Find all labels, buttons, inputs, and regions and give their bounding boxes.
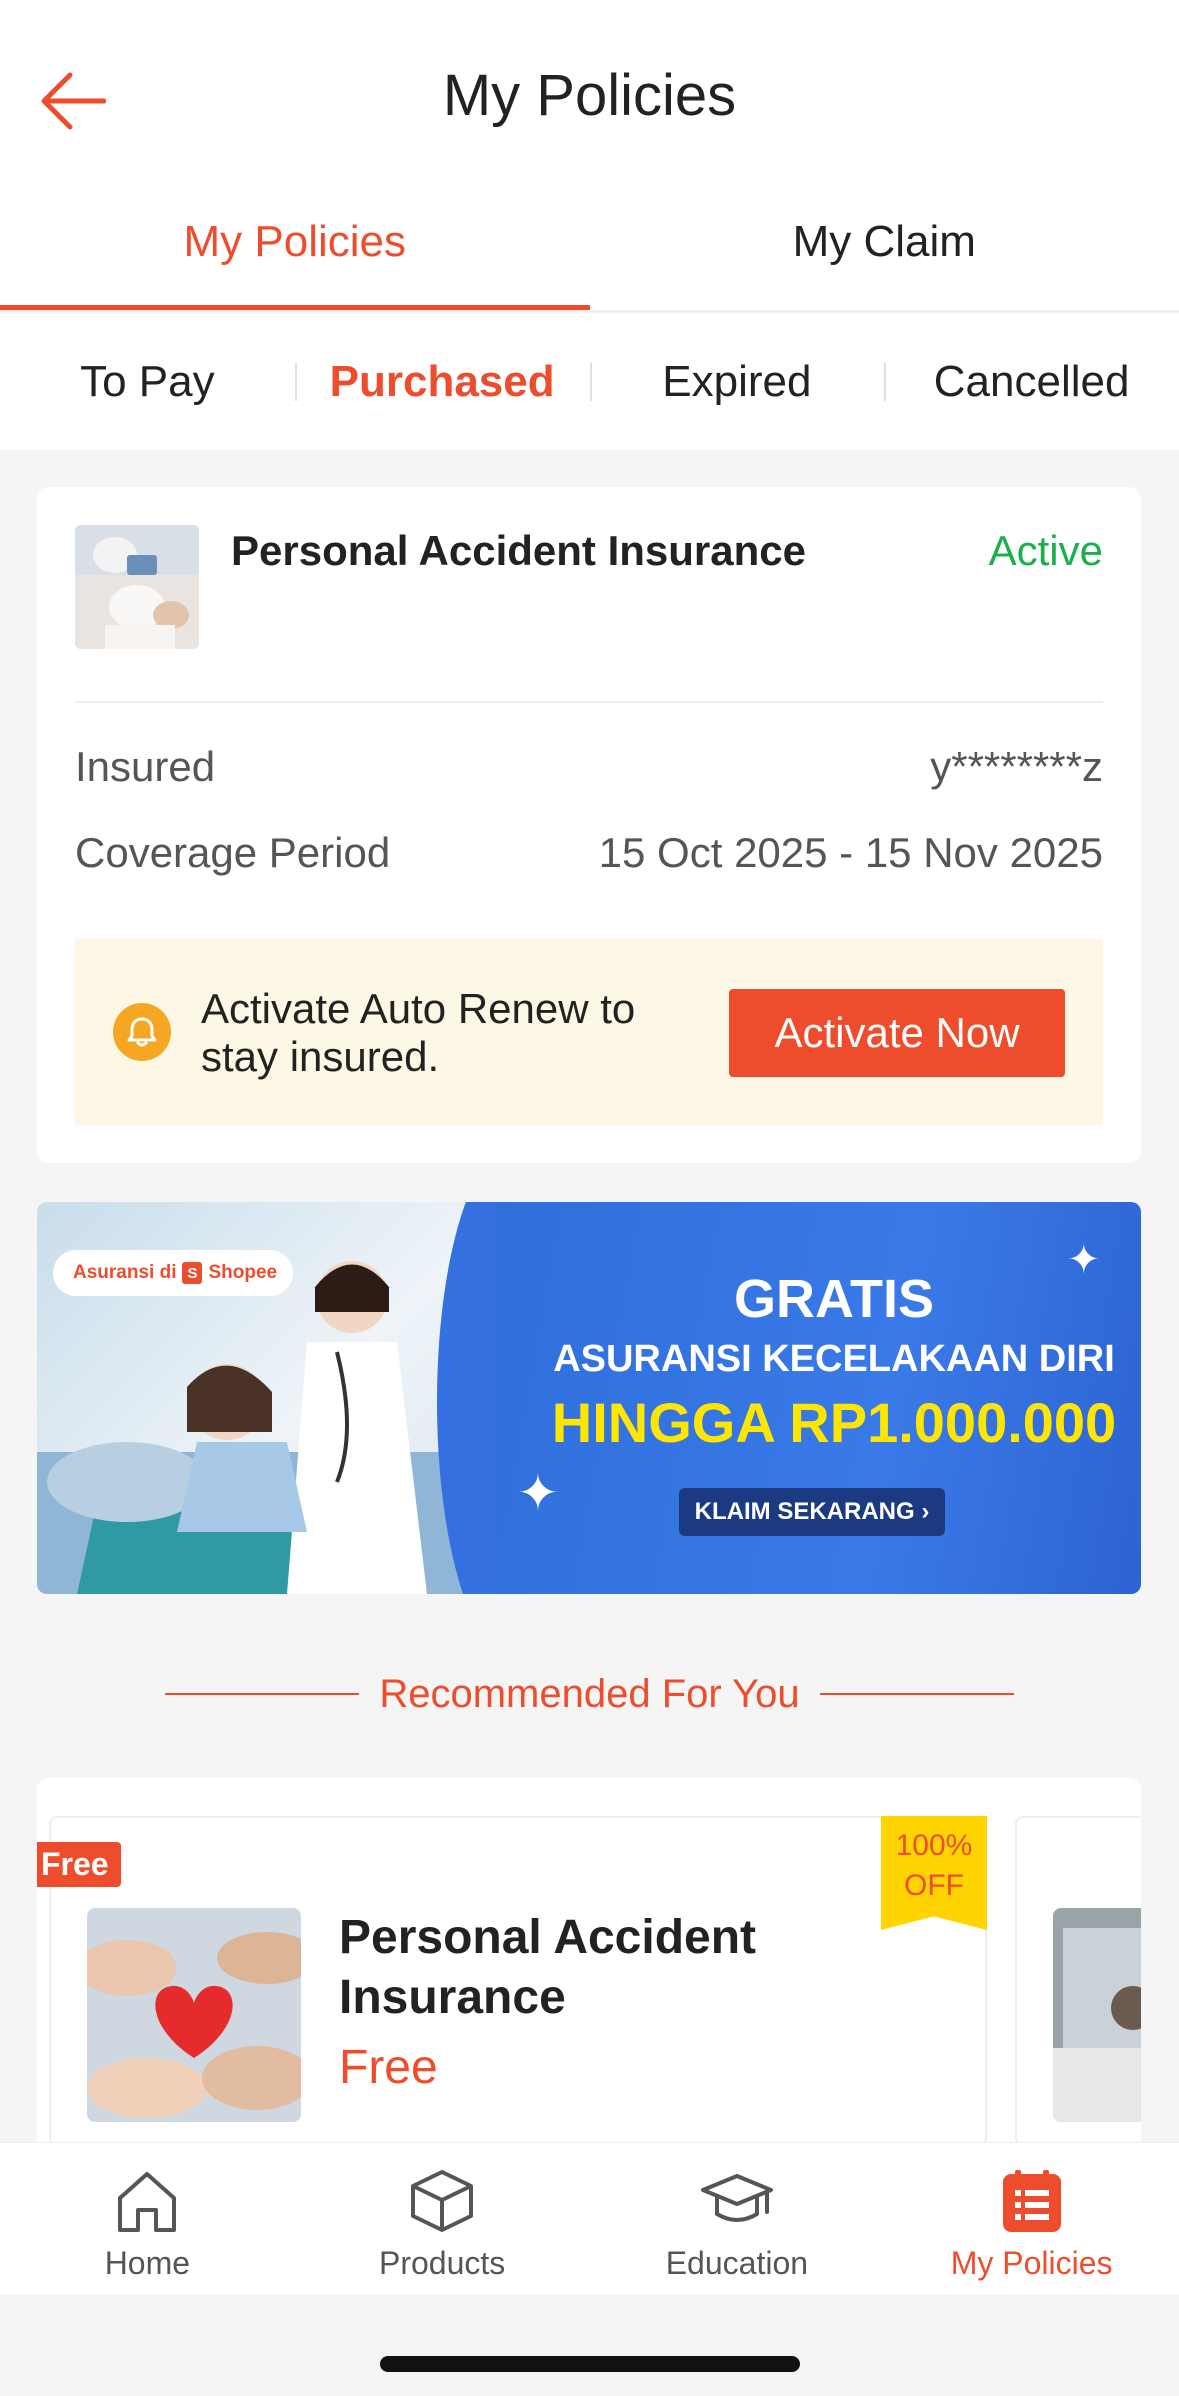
product-price: Free <box>339 2041 438 2094</box>
nav-products[interactable]: Products <box>295 2143 590 2294</box>
home-indicator[interactable] <box>380 2356 800 2372</box>
banner-subheadline: ASURANSI KECELAKAAN DIRI <box>553 1338 1115 1380</box>
recommended-product-card[interactable]: Personal Accident Insurance Free 100% OF… <box>49 1816 987 2146</box>
subtab-cancelled[interactable]: Cancelled <box>884 357 1179 407</box>
nav-education[interactable]: Education <box>590 2143 885 2294</box>
banner-amount: HINGGA RP1.000.000 <box>551 1391 1117 1454</box>
insured-label: Insured <box>75 743 216 790</box>
nav-my-policies[interactable]: My Policies <box>884 2143 1179 2294</box>
coverage-period-label: Coverage Period <box>75 829 391 876</box>
nav-label: My Policies <box>950 2245 1113 2281</box>
free-tag: Free <box>37 1842 121 1887</box>
activate-now-button[interactable]: Activate Now <box>729 989 1065 1077</box>
sparkle-icon: ✦ <box>517 1465 559 1521</box>
policy-card[interactable]: Personal Accident Insurance Active Insur… <box>37 487 1141 1163</box>
banner-headline: GRATIS <box>734 1269 934 1329</box>
subtab-expired[interactable]: Expired <box>589 357 885 407</box>
coverage-period-value: 15 Oct 2025 - 15 Nov 2025 <box>598 829 1103 876</box>
bottom-navigation: Home Products Education My Policies <box>0 2142 1179 2294</box>
nav-home[interactable]: Home <box>0 2143 295 2294</box>
divider <box>819 1693 1014 1695</box>
recommended-title: Recommended For You <box>379 1671 800 1716</box>
recommended-product-card[interactable] <box>1015 1816 1141 2146</box>
auto-renew-notice: Activate Auto Renew to stay insured. Act… <box>75 939 1103 1125</box>
bell-icon <box>113 1003 171 1061</box>
main-tabs: My Policies My Claim <box>0 190 1179 312</box>
policy-name: Personal Accident Insurance <box>231 527 806 574</box>
auto-renew-text: Activate Auto Renew to stay insured. <box>201 985 636 1080</box>
banner-claim-button[interactable]: KLAIM SEKARANG › <box>679 1488 945 1536</box>
insured-value: y********z <box>930 743 1103 790</box>
home-icon <box>111 2165 183 2237</box>
sparkle-icon: ✦ <box>1067 1238 1101 1282</box>
recommended-header: Recommended For You <box>0 1666 1179 1722</box>
status-badge: Active <box>988 527 1103 574</box>
recommended-carousel[interactable]: Personal Accident Insurance Free 100% OF… <box>37 1778 1141 2158</box>
discount-percent: 100% <box>895 1829 973 1862</box>
promo-banner[interactable]: Asuransi di S Shopee GRATIS ASURANSI KEC… <box>37 1202 1141 1594</box>
discount-ribbon: 100% OFF <box>881 1816 987 1930</box>
subtab-purchased[interactable]: Purchased <box>294 357 590 407</box>
product-thumbnail <box>87 1908 301 2122</box>
status-filter-tabs: To Pay Purchased Expired Cancelled <box>0 314 1179 450</box>
app-header: My Policies <box>0 0 1179 200</box>
page-title: My Policies <box>442 63 737 128</box>
graduation-cap-icon <box>700 2165 773 2237</box>
divider <box>75 701 1103 703</box>
subtab-to-pay[interactable]: To Pay <box>0 357 295 407</box>
product-thumbnail <box>1053 1908 1141 2122</box>
policy-thumbnail <box>75 525 199 649</box>
tab-my-claim[interactable]: My Claim <box>590 190 1179 310</box>
tab-my-policies[interactable]: My Policies <box>0 190 590 310</box>
product-name: Personal Accident Insurance <box>339 1911 757 2024</box>
policy-list-icon <box>996 2165 1068 2237</box>
nav-label: Products <box>378 2245 506 2281</box>
nav-label: Education <box>665 2245 809 2281</box>
discount-off: OFF <box>904 1869 964 1902</box>
box-icon <box>406 2165 478 2237</box>
divider <box>165 1693 360 1695</box>
nav-label: Home <box>104 2245 191 2281</box>
